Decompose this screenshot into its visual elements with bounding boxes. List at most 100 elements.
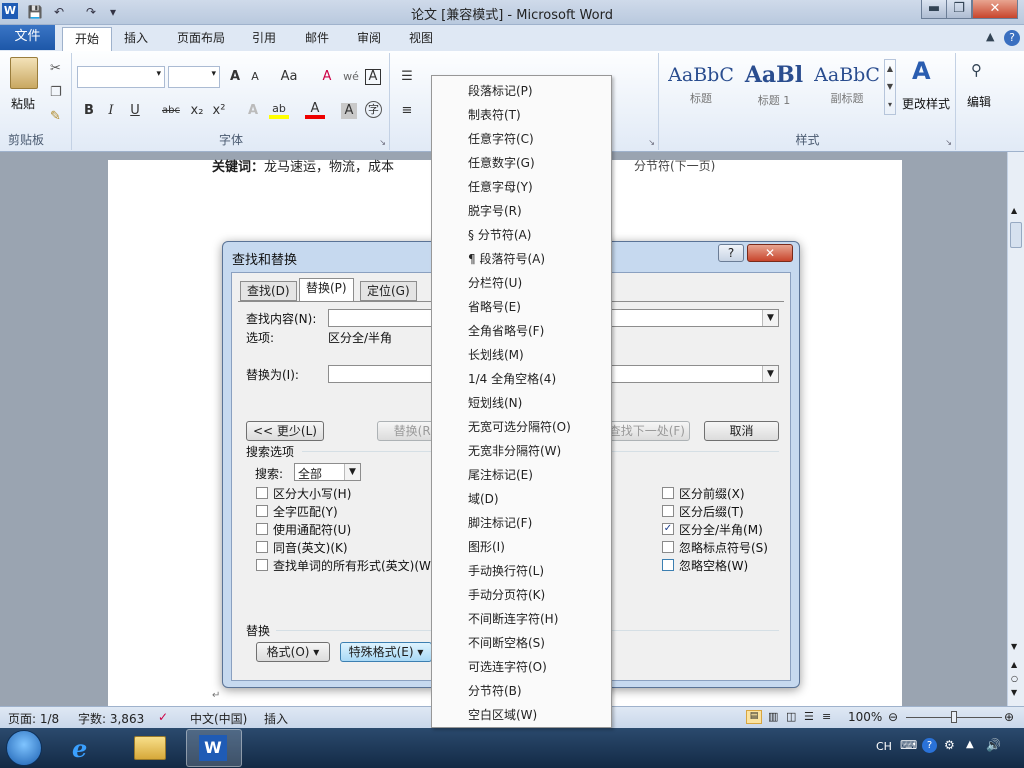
binoculars-icon[interactable]: ⚲: [971, 61, 982, 79]
menu-item[interactable]: 手动分页符(K): [432, 583, 611, 607]
restore-button[interactable]: ❐: [946, 0, 972, 19]
character-border-icon[interactable]: A: [365, 69, 381, 85]
format-button[interactable]: 格式(O) ▾: [256, 642, 330, 662]
styles-dialog-launcher-icon[interactable]: ↘: [945, 138, 952, 147]
taskbar-help-icon[interactable]: ?: [922, 738, 937, 753]
menu-item[interactable]: ¶ 段落符号(A): [432, 247, 611, 271]
style-subtitle[interactable]: AaBbC 副标题: [812, 59, 882, 115]
insert-mode[interactable]: 插入: [264, 710, 288, 727]
prev-page-icon[interactable]: ▲: [1011, 660, 1017, 669]
minimize-ribbon-icon[interactable]: ▲: [986, 30, 994, 43]
scroll-thumb[interactable]: [1010, 222, 1022, 248]
page-count[interactable]: 页面: 1/8: [8, 710, 59, 727]
menu-item[interactable]: 制表符(T): [432, 103, 611, 127]
print-layout-icon[interactable]: ▤: [746, 710, 762, 724]
editing-button[interactable]: 编辑: [967, 93, 991, 110]
tab-insert[interactable]: 插入: [112, 27, 160, 51]
find-next-button[interactable]: 查找下一处(F): [604, 421, 690, 441]
zoom-slider-thumb[interactable]: [951, 711, 957, 723]
next-page-icon[interactable]: ▼: [1011, 688, 1017, 697]
less-button[interactable]: << 更少(L): [246, 421, 324, 441]
menu-item[interactable]: 短划线(N): [432, 391, 611, 415]
menu-item[interactable]: 不间断空格(S): [432, 631, 611, 655]
menu-item[interactable]: 无宽非分隔符(W): [432, 439, 611, 463]
underline-button[interactable]: U: [125, 101, 145, 121]
dialog-close-button[interactable]: ✕: [747, 244, 793, 262]
start-button[interactable]: [6, 730, 42, 766]
scroll-up-icon[interactable]: ▲: [1011, 206, 1017, 215]
menu-item[interactable]: 不间断连字符(H): [432, 607, 611, 631]
shrink-font-icon[interactable]: A: [245, 67, 265, 87]
menu-item[interactable]: 分节符(B): [432, 679, 611, 703]
menu-item[interactable]: 无宽可选分隔符(O): [432, 415, 611, 439]
change-styles-icon[interactable]: A: [912, 57, 931, 85]
tab-page-layout[interactable]: 页面布局: [165, 27, 237, 51]
paste-button[interactable]: 粘贴: [11, 95, 35, 112]
zoom-level[interactable]: 100%: [848, 710, 882, 724]
style-heading-1[interactable]: AaBl 标题 1: [739, 59, 809, 115]
style-title[interactable]: AaBbC 标题: [666, 59, 736, 115]
menu-item[interactable]: 任意字母(Y): [432, 175, 611, 199]
special-button[interactable]: 特殊格式(E) ▾: [340, 642, 432, 662]
tab-replace[interactable]: 替换(P): [299, 278, 354, 302]
font-size-combo[interactable]: ▾: [168, 66, 220, 88]
menu-item[interactable]: 省略号(E): [432, 295, 611, 319]
menu-item[interactable]: 可选连字符(O): [432, 655, 611, 679]
scroll-down-icon[interactable]: ▼: [1011, 642, 1017, 651]
highlight-icon[interactable]: ab: [269, 101, 289, 119]
menu-item[interactable]: 尾注标记(E): [432, 463, 611, 487]
format-painter-icon[interactable]: ✎: [50, 109, 61, 124]
volume-icon[interactable]: 🔊: [986, 738, 1001, 752]
input-language[interactable]: CH: [876, 740, 892, 753]
menu-item[interactable]: 手动换行符(L): [432, 559, 611, 583]
help-icon[interactable]: ?: [1004, 30, 1020, 46]
enclose-characters-icon[interactable]: 字: [365, 101, 382, 118]
bold-button[interactable]: B: [79, 101, 99, 121]
tab-view[interactable]: 视图: [397, 27, 445, 51]
dialog-help-button[interactable]: ?: [718, 244, 744, 262]
menu-item[interactable]: 图形(I): [432, 535, 611, 559]
search-direction-select[interactable]: 全部 ▼: [294, 463, 361, 481]
internet-explorer-icon[interactable]: e: [72, 734, 87, 763]
change-case-icon[interactable]: Aa: [277, 67, 301, 87]
font-dialog-launcher-icon[interactable]: ↘: [379, 138, 386, 147]
web-layout-icon[interactable]: ◫: [786, 710, 796, 723]
cut-icon[interactable]: ✂: [50, 61, 61, 76]
grow-font-icon[interactable]: A: [225, 67, 245, 87]
tab-goto[interactable]: 定位(G): [360, 281, 417, 301]
word-taskbar-icon[interactable]: W: [186, 729, 242, 767]
word-count[interactable]: 字数: 3,863: [78, 710, 144, 727]
keyboard-icon[interactable]: ⌨: [900, 738, 917, 752]
change-styles-button[interactable]: 更改样式: [902, 95, 950, 112]
font-name-combo[interactable]: ▾: [77, 66, 165, 88]
menu-item[interactable]: 任意字符(C): [432, 127, 611, 151]
paste-icon[interactable]: [10, 57, 38, 89]
styles-scroll[interactable]: ▲ ▼ ▾: [884, 59, 896, 115]
proofing-icon[interactable]: ✓: [158, 710, 168, 724]
menu-item[interactable]: 空白区域(W): [432, 703, 611, 727]
bullets-icon[interactable]: ☰: [397, 67, 417, 87]
zoom-out-icon[interactable]: ⊖: [888, 710, 898, 724]
chevron-down-icon[interactable]: ▼: [344, 464, 360, 480]
chevron-down-icon[interactable]: ▼: [762, 310, 778, 326]
phonetic-guide-icon[interactable]: wé: [341, 67, 361, 87]
file-explorer-icon[interactable]: [134, 736, 166, 760]
cancel-button[interactable]: 取消: [704, 421, 779, 441]
tab-references[interactable]: 引用: [240, 27, 288, 51]
menu-item[interactable]: 域(D): [432, 487, 611, 511]
italic-button[interactable]: I: [101, 101, 121, 121]
full-screen-reading-icon[interactable]: ▥: [768, 710, 778, 723]
draft-icon[interactable]: ≡: [822, 710, 831, 723]
tab-mailings[interactable]: 邮件: [293, 27, 341, 51]
clear-format-icon[interactable]: A: [317, 67, 337, 87]
menu-item[interactable]: § 分节符(A): [432, 223, 611, 247]
strikethrough-button[interactable]: abc: [159, 101, 183, 121]
tab-home[interactable]: 开始: [62, 27, 113, 51]
menu-item[interactable]: 任意数字(G): [432, 151, 611, 175]
settings-icon[interactable]: ⚙: [944, 738, 955, 752]
font-color-icon[interactable]: A: [305, 101, 325, 119]
tab-file[interactable]: 文件: [0, 25, 55, 50]
close-button[interactable]: ✕: [972, 0, 1018, 19]
menu-item[interactable]: 脚注标记(F): [432, 511, 611, 535]
show-hidden-icons[interactable]: ▲: [966, 739, 974, 750]
